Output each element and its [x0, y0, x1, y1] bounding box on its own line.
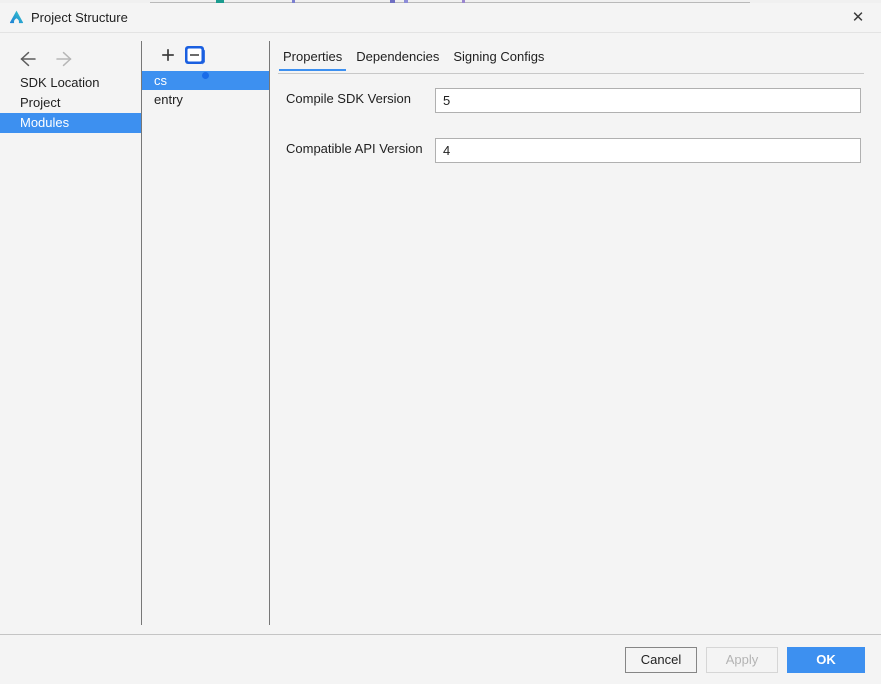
- properties-form: Compile SDK Version Compatible API Versi…: [270, 88, 881, 188]
- close-glyph: ✕: [851, 9, 865, 26]
- close-icon[interactable]: ✕: [835, 3, 881, 32]
- module-item-label: entry: [154, 92, 183, 107]
- form-row-compile-sdk-version: Compile SDK Version: [270, 88, 881, 113]
- sidebar-item-label: Project: [20, 95, 61, 110]
- sidebar-item-sdk-location[interactable]: SDK Location: [0, 73, 141, 93]
- sidebar-item-label: Modules: [20, 115, 70, 130]
- tab-bar: Properties Dependencies Signing Configs: [270, 46, 865, 74]
- compatible-api-version-label: Compatible API Version: [286, 141, 423, 156]
- tab-bar-underline: [278, 73, 864, 74]
- tab-signing-configs[interactable]: Signing Configs: [449, 46, 548, 71]
- tab-list: Properties Dependencies Signing Configs: [279, 46, 548, 71]
- dialog-footer: Cancel Apply OK: [0, 634, 881, 684]
- module-item-entry[interactable]: entry: [142, 90, 269, 109]
- ok-button-label: OK: [816, 652, 836, 667]
- tab-label: Properties: [283, 49, 343, 64]
- plus-icon[interactable]: [157, 44, 179, 66]
- cursor-indicator-dot: [202, 72, 209, 79]
- cancel-button[interactable]: Cancel: [625, 647, 697, 673]
- deveco-studio-logo-icon: [8, 9, 25, 26]
- modules-panel: cs entry: [142, 33, 269, 634]
- modules-list: cs entry: [142, 71, 269, 109]
- navigation-arrows: [18, 46, 74, 72]
- arrow-right-icon[interactable]: [52, 48, 74, 70]
- sidebar-item-modules[interactable]: Modules: [0, 113, 141, 133]
- tab-label: Signing Configs: [453, 49, 545, 64]
- page-title: Project Structure: [31, 10, 128, 25]
- ok-button[interactable]: OK: [787, 647, 865, 673]
- sidebar-item-label: SDK Location: [20, 75, 100, 90]
- modules-toolbar: [142, 41, 269, 71]
- minus-icon[interactable]: [178, 41, 210, 71]
- apply-button-label: Apply: [725, 652, 759, 667]
- sidebar: SDK Location Project Modules: [0, 33, 141, 634]
- tab-label: Dependencies: [356, 49, 440, 64]
- tab-properties[interactable]: Properties: [279, 46, 347, 71]
- compile-sdk-version-input[interactable]: [435, 88, 861, 113]
- tab-dependencies[interactable]: Dependencies: [352, 46, 443, 71]
- footer-button-group: Cancel Apply OK: [625, 647, 865, 673]
- cancel-button-label: Cancel: [640, 652, 682, 667]
- dialog-content: SDK Location Project Modules cs entry Pr…: [0, 33, 881, 634]
- compatible-api-version-input[interactable]: [435, 138, 861, 163]
- module-item-label: cs: [154, 73, 167, 88]
- title-bar: Project Structure ✕: [0, 3, 881, 33]
- sidebar-list: SDK Location Project Modules: [0, 73, 141, 133]
- compile-sdk-version-label: Compile SDK Version: [286, 91, 411, 106]
- sidebar-item-project[interactable]: Project: [0, 93, 141, 113]
- form-row-compatible-api-version: Compatible API Version: [270, 138, 881, 163]
- module-item-cs[interactable]: cs: [142, 71, 269, 90]
- apply-button: Apply: [706, 647, 778, 673]
- arrow-left-icon[interactable]: [18, 48, 40, 70]
- project-structure-dialog: Project Structure ✕ SDK Location Project…: [0, 3, 881, 684]
- detail-pane: Properties Dependencies Signing Configs …: [270, 33, 881, 634]
